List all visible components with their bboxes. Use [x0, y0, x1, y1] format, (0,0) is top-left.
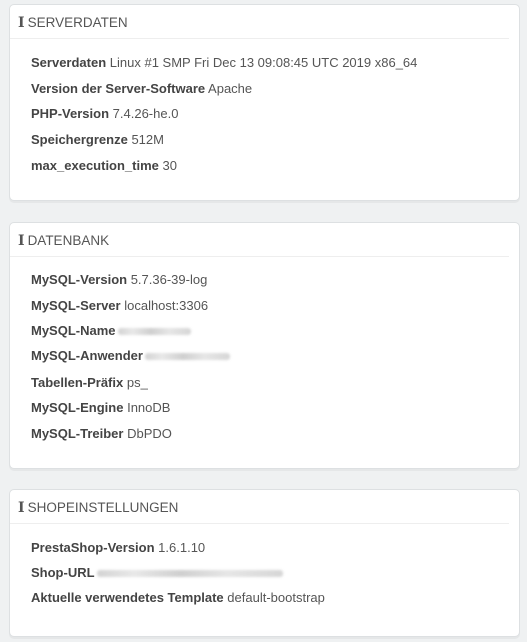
row-label: Shop-URL [31, 565, 95, 580]
row-value: DbPDO [127, 426, 172, 441]
server-panel-title: SERVERDATEN [27, 15, 128, 30]
row-label: Speichergrenze [31, 132, 128, 147]
database-panel-title: DATENBANK [27, 233, 110, 248]
server-panel: i SERVERDATEN Serverdaten Linux #1 SMP Fr… [9, 4, 520, 201]
shop-row: PrestaShop-Version 1.6.1.10 [31, 540, 205, 556]
database-panel-heading: i DATENBANK [10, 223, 509, 257]
info-icon: i [18, 233, 25, 249]
row-label: Tabellen-Präfix [31, 375, 124, 390]
shop-row: Shop-URL [31, 565, 283, 581]
row-label: Version der Server-Software [31, 81, 206, 96]
row-value: InnoDB [127, 400, 171, 415]
row-value: 30 [162, 158, 177, 173]
row-label: MySQL-Server [31, 298, 121, 313]
info-icon: i [18, 500, 25, 516]
database-row: MySQL-Server localhost:3306 [31, 298, 208, 314]
shop-panel: i SHOPEINSTELLUNGEN PrestaShop-Version 1.… [9, 489, 520, 637]
row-label: MySQL-Anwender [31, 348, 143, 363]
server-panel-heading: i SERVERDATEN [10, 5, 509, 39]
row-value: ps_ [126, 375, 148, 390]
row-label: Serverdaten [31, 55, 107, 70]
row-label: PHP-Version [31, 106, 110, 121]
row-label: Aktuelle verwendetes Template [31, 590, 224, 605]
row-value: 5.7.36-39-log [130, 272, 208, 287]
row-label: MySQL-Engine [31, 400, 124, 415]
server-row: Speichergrenze 512M [31, 132, 164, 148]
shop-panel-heading: i SHOPEINSTELLUNGEN [10, 490, 509, 524]
row-value: 1.6.1.10 [158, 540, 206, 555]
row-value: localhost:3306 [124, 298, 209, 313]
shop-row: Aktuelle verwendetes Template default-bo… [31, 590, 325, 606]
row-value: Apache [208, 81, 253, 96]
server-row: max_execution_time 30 [31, 158, 177, 174]
shop-panel-title: SHOPEINSTELLUNGEN [27, 500, 179, 515]
row-value: default-bootstrap [227, 590, 325, 605]
database-row: MySQL-Name [31, 323, 191, 339]
database-row: Tabellen-Präfix ps_ [31, 375, 148, 391]
row-label: MySQL-Treiber [31, 426, 124, 441]
row-label: MySQL-Name [31, 323, 116, 338]
server-row: Version der Server-Software Apache [31, 81, 252, 97]
redacted-value [144, 353, 230, 361]
server-row: PHP-Version 7.4.26-he.0 [31, 106, 178, 122]
row-label: max_execution_time [31, 158, 159, 173]
row-label: PrestaShop-Version [31, 540, 155, 555]
row-label: MySQL-Version [31, 272, 128, 287]
info-icon: i [18, 15, 25, 31]
server-row: Serverdaten Linux #1 SMP Fri Dec 13 09:0… [31, 55, 417, 71]
database-row: MySQL-Version 5.7.36-39-log [31, 272, 207, 288]
database-row: MySQL-Treiber DbPDO [31, 426, 172, 442]
redacted-value [96, 570, 283, 578]
database-panel: i DATENBANK MySQL-Version 5.7.36-39-log M… [9, 222, 520, 469]
row-value: 7.4.26-he.0 [112, 106, 179, 121]
row-value: 512M [131, 132, 164, 147]
row-value: Linux #1 SMP Fri Dec 13 09:08:45 UTC 201… [109, 55, 418, 70]
redacted-value [117, 328, 191, 336]
database-row: MySQL-Engine InnoDB [31, 400, 170, 416]
database-row: MySQL-Anwender [31, 348, 230, 364]
